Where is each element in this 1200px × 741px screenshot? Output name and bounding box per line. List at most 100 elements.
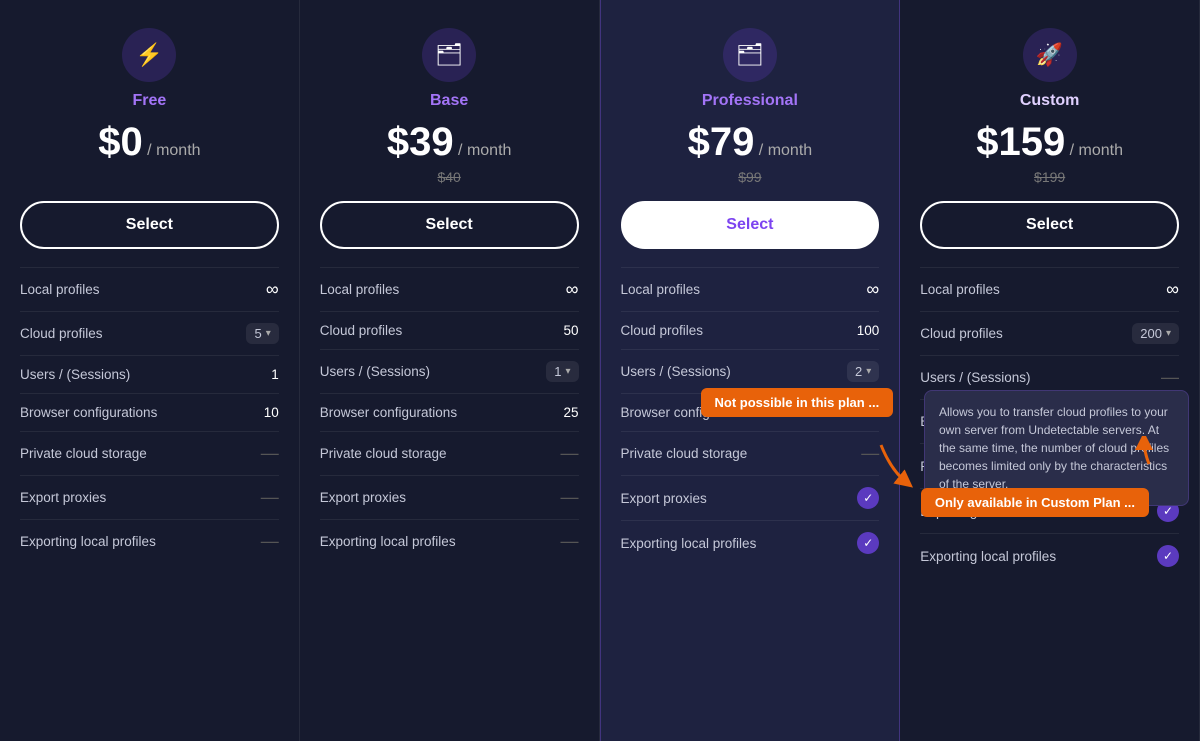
check-icon: ✓ xyxy=(1157,545,1179,567)
plan-base-icon-wrapper: 🗂 xyxy=(422,28,476,82)
feature-row: Users / (Sessions) 1 xyxy=(20,355,279,393)
feature-row: Cloud profiles 5 ▾ xyxy=(20,311,279,355)
feature-label: Browser configurations xyxy=(20,405,251,420)
feature-row: Exporting local profiles ✓ xyxy=(920,533,1179,578)
feature-value: 100 xyxy=(851,323,879,338)
feature-row: Users / (Sessions) 2 ▾ Not possible in t… xyxy=(621,349,880,393)
feature-label: Exporting local profiles xyxy=(920,549,1157,564)
feature-label: Exporting local profiles xyxy=(320,534,551,549)
plan-base-price: $39 xyxy=(387,120,454,164)
feature-value: — xyxy=(1151,367,1179,388)
feature-row: Browser configurations 10 xyxy=(20,393,279,431)
plan-free-period: / month xyxy=(147,142,200,159)
feature-label: Export proxies xyxy=(20,490,251,505)
feature-row: Export proxies ✓ xyxy=(621,475,880,520)
feature-label: Private cloud storage xyxy=(20,446,251,461)
plan-professional: 🗂 Professional $79 / month $99 Select Lo… xyxy=(600,0,901,741)
only-available-arrow xyxy=(1119,436,1159,466)
feature-row: Private cloud storage — xyxy=(20,431,279,475)
feature-label: Users / (Sessions) xyxy=(621,364,847,379)
professional-icon: 🗂 xyxy=(736,42,764,68)
plan-custom-original: $199 xyxy=(920,169,1179,187)
feature-row: Export proxies — xyxy=(320,475,579,519)
plan-custom-select-btn[interactable]: Select xyxy=(920,201,1179,249)
plan-free-icon-wrapper: ⚡ xyxy=(122,28,176,82)
custom-icon: 🚀 xyxy=(1036,42,1063,68)
feature-row: Users / (Sessions) 1 ▾ xyxy=(320,349,579,393)
plan-custom-price-row: $159 / month xyxy=(920,120,1179,165)
plan-base-original: $40 xyxy=(320,169,579,187)
feature-value: ∞ xyxy=(1151,279,1179,300)
feature-label: Export proxies xyxy=(621,491,858,506)
plan-free-select-btn[interactable]: Select xyxy=(20,201,279,249)
plan-free-price: $0 xyxy=(98,120,143,164)
plan-free-price-row: $0 / month xyxy=(20,120,279,165)
feature-value: ∞ xyxy=(851,279,879,300)
feature-label: Local profiles xyxy=(920,282,1151,297)
feature-value: 50 xyxy=(551,323,579,338)
plan-base-period: / month xyxy=(458,142,511,159)
plan-professional-price: $79 xyxy=(688,120,755,164)
feature-value: — xyxy=(251,487,279,508)
cloud-profiles-dropdown[interactable]: 5 ▾ xyxy=(246,323,278,344)
feature-value: — xyxy=(551,443,579,464)
feature-row: Private cloud storage — xyxy=(621,431,880,475)
feature-row: Cloud profiles 100 xyxy=(621,311,880,349)
plan-base-features: Local profiles ∞ Cloud profiles 50 Users… xyxy=(320,267,579,563)
plan-free-name: Free xyxy=(20,92,279,110)
feature-row: Local profiles ∞ xyxy=(320,267,579,311)
plan-custom-name: Custom xyxy=(920,92,1179,110)
plan-professional-icon-wrapper: 🗂 xyxy=(723,28,777,82)
feature-row: Local profiles ∞ xyxy=(920,267,1179,311)
feature-label: Local profiles xyxy=(621,282,852,297)
only-available-tooltip: Only available in Custom Plan ... xyxy=(921,488,1149,517)
feature-value: — xyxy=(551,531,579,552)
feature-value: 25 xyxy=(551,405,579,420)
plan-professional-features: Local profiles ∞ Cloud profiles 100 User… xyxy=(621,267,880,565)
plan-professional-name: Professional xyxy=(621,92,880,110)
feature-row: Exporting local profiles — xyxy=(320,519,579,563)
plan-professional-period: / month xyxy=(759,142,812,159)
not-possible-tooltip: Not possible in this plan ... xyxy=(701,388,894,417)
feature-label: Users / (Sessions) xyxy=(920,370,1151,385)
feature-label: Exporting local profiles xyxy=(621,536,858,551)
feature-value: 1 xyxy=(251,367,279,382)
feature-label: Cloud profiles xyxy=(621,323,852,338)
feature-row: Exporting local profiles — xyxy=(20,519,279,563)
feature-value: ∞ xyxy=(251,279,279,300)
not-possible-arrow xyxy=(871,440,921,490)
plan-free-features: Local profiles ∞ Cloud profiles 5 ▾ User… xyxy=(20,267,279,563)
feature-value: 10 xyxy=(251,405,279,420)
feature-label: Cloud profiles xyxy=(920,326,1132,341)
feature-label: Cloud profiles xyxy=(320,323,551,338)
plan-custom-period: / month xyxy=(1070,142,1123,159)
feature-row: Private cloud storage — xyxy=(320,431,579,475)
users-sessions-dropdown-pro[interactable]: 2 ▾ xyxy=(847,361,879,382)
plan-free-original xyxy=(20,169,279,187)
users-sessions-dropdown[interactable]: 1 ▾ xyxy=(546,361,578,382)
feature-label: Cloud profiles xyxy=(20,326,246,341)
feature-row: Local profiles ∞ xyxy=(621,267,880,311)
cloud-profiles-dropdown-custom[interactable]: 200 ▾ xyxy=(1132,323,1179,344)
feature-value: ∞ xyxy=(551,279,579,300)
plan-base-select-btn[interactable]: Select xyxy=(320,201,579,249)
feature-label: Export proxies xyxy=(320,490,551,505)
plan-base-name: Base xyxy=(320,92,579,110)
feature-label: Private cloud storage xyxy=(320,446,551,461)
feature-row: Export proxies — xyxy=(20,475,279,519)
feature-label: Browser configurations xyxy=(320,405,551,420)
feature-label: Local profiles xyxy=(20,282,251,297)
base-icon: 🗂 xyxy=(435,42,463,68)
feature-label: Users / (Sessions) xyxy=(20,367,251,382)
plan-professional-select-btn[interactable]: Select xyxy=(621,201,880,249)
plan-custom-icon-wrapper: 🚀 xyxy=(1023,28,1077,82)
feature-value: — xyxy=(251,531,279,552)
feature-row: Cloud profiles 200 ▾ xyxy=(920,311,1179,355)
free-icon: ⚡ xyxy=(136,42,163,68)
plan-custom: Allows you to transfer cloud profiles to… xyxy=(900,0,1200,741)
plan-base-price-row: $39 / month xyxy=(320,120,579,165)
plan-professional-original: $99 xyxy=(621,169,880,187)
plan-free: ⚡ Free $0 / month Select Local profiles … xyxy=(0,0,300,741)
plan-base: 🗂 Base $39 / month $40 Select Local prof… xyxy=(300,0,600,741)
feature-row: Browser configurations 25 xyxy=(320,393,579,431)
